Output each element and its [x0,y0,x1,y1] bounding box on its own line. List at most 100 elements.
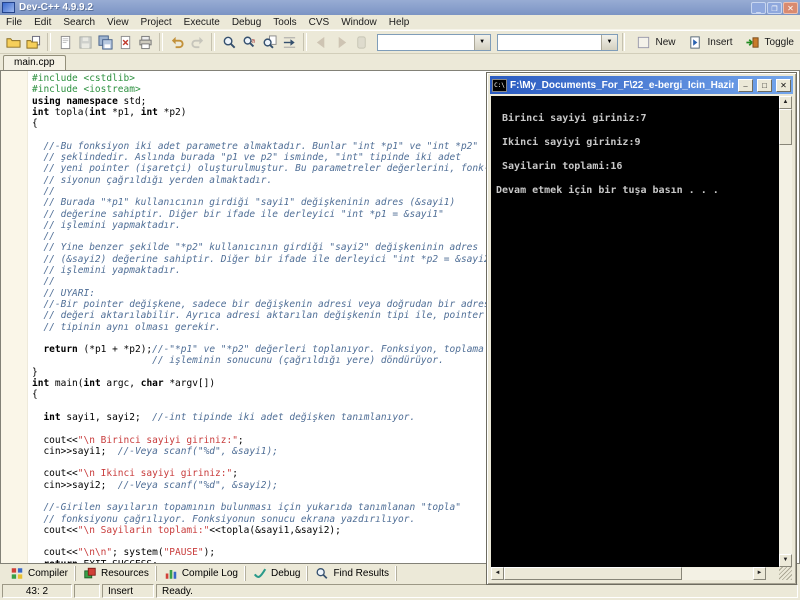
open-file-button[interactable] [3,32,23,52]
console-minimize-icon[interactable] [738,78,753,92]
code-line: cout<<"\n Sayilarin toplami:"<<topla(&sa… [32,524,341,536]
code-line: #include <iostream> [32,84,141,96]
code-line: { [32,389,38,401]
resize-grip[interactable] [779,567,792,580]
code-line: // (&sayi2) değerine sahiptir. Diğer bir… [32,253,496,265]
minimize-icon[interactable] [751,1,766,14]
menu-execute[interactable]: Execute [178,16,226,29]
code-line: using namespace std; [32,95,147,107]
open-project-icon [25,34,41,50]
report-tab-resources[interactable]: Resources [76,565,157,581]
insert-mode-indicator: Insert [102,584,154,598]
code-line: cin>>sayi2; //-Veya scanf("%d", &sayi2); [32,479,278,491]
replace-icon: a [241,34,257,50]
menu-debug[interactable]: Debug [226,16,267,29]
console-screen: Birinci sayiyi giriniz:7 Ikinci sayiyi g… [491,96,779,567]
print-icon [137,34,153,50]
new-source-button[interactable] [55,32,75,52]
tab-label: Compile Log [181,567,238,579]
toolbar: a New Insert Toggle [0,30,800,54]
restore-icon[interactable] [767,1,782,14]
goto-line-icon [281,34,297,50]
tab-label: Resources [101,567,149,579]
code-line: // değeri aktarılabilir. Ayrıca adresi a… [32,310,484,322]
toggle-bookmark-button[interactable]: Toggle [739,32,800,52]
replace-button[interactable]: a [239,32,259,52]
code-line: int sayi1, sayi2; //-int tipinde iki ade… [43,411,416,423]
report-tab-debug[interactable]: Debug [246,565,309,581]
code-line: // işleminin sonucunu (çağrıldığı yere) … [32,355,444,367]
code-line: cout<<"\n Birinci sayiyi giriniz:"; [32,434,244,446]
code-line: // siyonun çağrıldığı yerden almaktadır. [32,174,273,186]
new-source-icon [57,34,73,50]
undo-icon [169,34,185,50]
title-bar[interactable]: Dev-C++ 4.9.9.2 [0,0,800,15]
chevron-down-icon[interactable] [473,34,490,50]
menu-search[interactable]: Search [57,16,101,29]
code-line: // tipinin aynı olması gerekir. [32,321,221,333]
save-all-button[interactable] [95,32,115,52]
menu-project[interactable]: Project [135,16,178,29]
menu-help[interactable]: Help [383,16,416,29]
menu-file[interactable]: File [0,16,28,29]
chevron-down-icon[interactable] [600,34,617,50]
horizontal-scroll-thumb[interactable] [504,567,682,580]
code-line: cin>>sayi1; //-Veya scanf("%d", &sayi1); [32,445,278,457]
menu-window[interactable]: Window [335,16,383,29]
console-maximize-icon[interactable] [757,78,772,92]
scroll-right-icon[interactable] [753,567,766,580]
find-button[interactable] [219,32,239,52]
find-results-icon [315,566,329,580]
status-message: Ready. [156,584,798,598]
print-button[interactable] [135,32,155,52]
code-line: // işlemini yapmaktadır. [32,265,181,277]
vertical-scroll-thumb[interactable] [779,109,792,145]
compiler-combo[interactable] [377,33,491,51]
menu-cvs[interactable]: CVS [303,16,336,29]
console-vertical-scrollbar[interactable] [779,96,792,567]
console-close-icon[interactable] [776,78,791,92]
find-in-files-button[interactable] [259,32,279,52]
menu-view[interactable]: View [101,16,135,29]
goto-line-button[interactable] [279,32,299,52]
scroll-down-icon[interactable] [779,554,792,567]
forward-button[interactable] [331,32,351,52]
toolbar-separator [621,33,626,51]
redo-button[interactable] [187,32,207,52]
scroll-up-icon[interactable] [779,96,792,109]
console-horizontal-scrollbar[interactable] [491,567,766,580]
back-button[interactable] [311,32,331,52]
console-icon: C:\ [492,78,507,92]
tab-main-cpp[interactable]: main.cpp [3,55,66,70]
class-browser-combo[interactable] [496,33,618,51]
console-title-bar[interactable]: C:\ F:\My_Documents_For_F\22_e-bergi_Ici… [490,76,793,94]
code-line: // Burada "*p1" kullanıcının girdiği "sa… [32,197,456,209]
save-button[interactable] [75,32,95,52]
console-window[interactable]: C:\ F:\My_Documents_For_F\22_e-bergi_Ici… [486,72,797,585]
new-bookmark-button[interactable]: New [629,32,681,52]
console-line: Devam etmek için bir tuşa basın . . . [496,185,719,196]
resources-icon [83,566,97,580]
open-project-button[interactable] [23,32,43,52]
report-tab-compiler[interactable]: Compiler [3,565,77,581]
insert-bookmark-icon [688,34,704,50]
undo-button[interactable] [167,32,187,52]
bookmark-button[interactable] [351,32,371,52]
report-tab-compile-log[interactable]: Compile Log [157,565,246,581]
open-file-icon [5,34,21,50]
menu-tools[interactable]: Tools [267,16,302,29]
find-in-files-icon [261,34,277,50]
insert-bookmark-button[interactable]: Insert [682,32,739,52]
scroll-left-icon[interactable] [491,567,504,580]
menu-edit[interactable]: Edit [28,16,57,29]
close-icon[interactable] [783,1,798,14]
toggle-bookmark-icon [745,34,761,50]
close-file-button[interactable] [115,32,135,52]
code-line: // [32,276,55,288]
report-tab-find-results[interactable]: Find Results [308,565,398,581]
